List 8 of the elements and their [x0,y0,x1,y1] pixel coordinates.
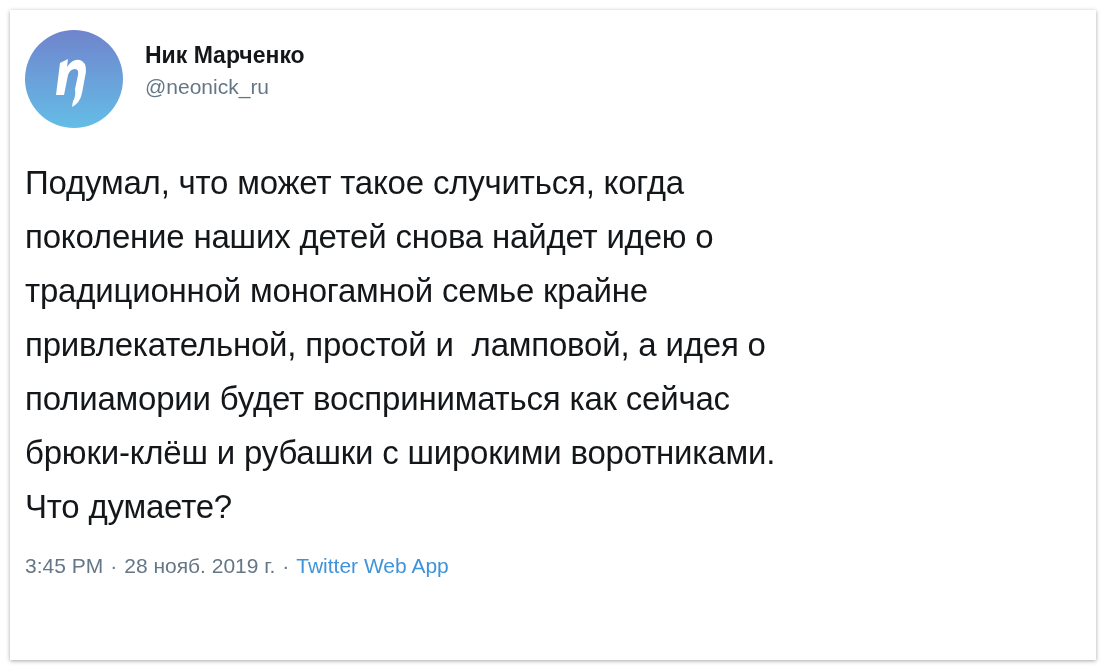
separator-dot: · [110,554,118,578]
author-name[interactable]: Ник Марченко [145,41,305,69]
tweet-text: Подумал, что может такое случиться, когда поколение наших детей снова найдет идею о традиционной моногамной семье крайне привлекательной, простой и ламповой, а идея о полиамории будет восприниматься как сейчас брюки-клёш и рубашки с широкими воротниками. Что думаете? [25,163,777,527]
author-handle[interactable]: @neonick_ru [145,74,305,99]
tweet-time[interactable]: 3:45 PM [25,554,104,578]
source-link[interactable]: Twitter Web App [296,554,449,578]
separator-dot: · [282,554,290,578]
tweet-date[interactable]: 28 нояб. 2019 г. [124,554,276,578]
